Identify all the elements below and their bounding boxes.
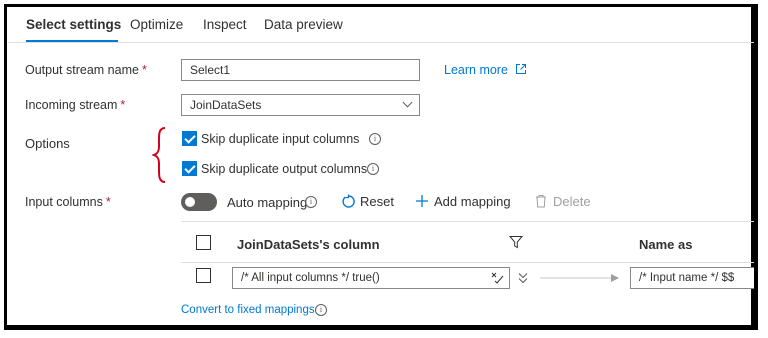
add-mapping-button[interactable]: Add mapping — [415, 194, 511, 209]
name-as-expression-input[interactable]: /* Input name */ $$ — [630, 267, 754, 289]
row-checkbox[interactable] — [196, 268, 211, 283]
incoming-stream-value: JoinDataSets — [190, 98, 262, 112]
red-brace-annotation — [152, 127, 166, 183]
skip-duplicate-output-checkbox[interactable] — [182, 161, 197, 176]
options-label: Options — [25, 136, 70, 151]
tab-bar: Select settings Optimize Inspect Data pr… — [8, 8, 754, 43]
source-column-header: JoinDataSets's column — [237, 237, 380, 252]
info-icon: i — [305, 196, 317, 208]
info-icon: i — [369, 133, 381, 145]
tab-data-preview[interactable]: Data preview — [264, 17, 343, 32]
reset-button[interactable]: Reset — [341, 194, 394, 209]
toggle-knob — [185, 197, 195, 207]
delete-button[interactable]: Delete — [535, 194, 591, 209]
external-link-icon — [516, 64, 527, 74]
output-stream-name-input[interactable]: Select1 — [181, 59, 420, 81]
tab-inspect[interactable]: Inspect — [203, 17, 247, 32]
auto-mapping-toggle[interactable] — [181, 193, 217, 211]
double-chevron-down-icon[interactable] — [518, 272, 528, 284]
name-as-header: Name as — [639, 237, 693, 252]
auto-mapping-label: Auto mapping — [227, 195, 308, 210]
incoming-stream-select[interactable]: JoinDataSets — [181, 94, 420, 116]
skip-duplicate-input-label: Skip duplicate input columns — [201, 132, 360, 146]
info-icon: i — [367, 163, 379, 175]
input-columns-label: Input columns * — [25, 195, 111, 209]
source-expression-text: /* All input columns */ true() — [241, 272, 380, 284]
output-stream-label: Output stream name * — [25, 63, 147, 77]
table-top-divider — [181, 221, 754, 222]
select-all-checkbox[interactable] — [196, 235, 211, 250]
convert-to-fixed-mappings-link[interactable]: Convert to fixed mappings — [181, 304, 315, 316]
table-header-divider — [181, 262, 754, 263]
reset-icon — [342, 194, 355, 208]
chevron-down-icon — [402, 97, 413, 108]
filter-icon[interactable] — [509, 235, 523, 249]
incoming-stream-label: Incoming stream * — [25, 98, 126, 112]
skip-duplicate-input-checkbox[interactable] — [182, 131, 197, 146]
plus-icon — [416, 195, 428, 207]
tab-optimize[interactable]: Optimize — [130, 17, 183, 32]
learn-more-link[interactable]: Learn more — [444, 63, 527, 77]
mapping-arrow — [540, 274, 619, 282]
tab-select-settings[interactable]: Select settings — [26, 17, 121, 32]
info-icon: i — [315, 304, 327, 316]
active-tab-indicator — [26, 40, 118, 42]
expression-builder-icon[interactable] — [491, 272, 504, 284]
skip-duplicate-output-label: Skip duplicate output columns — [201, 162, 368, 176]
trash-icon — [536, 195, 546, 208]
source-expression-input[interactable]: /* All input columns */ true() — [232, 267, 510, 289]
